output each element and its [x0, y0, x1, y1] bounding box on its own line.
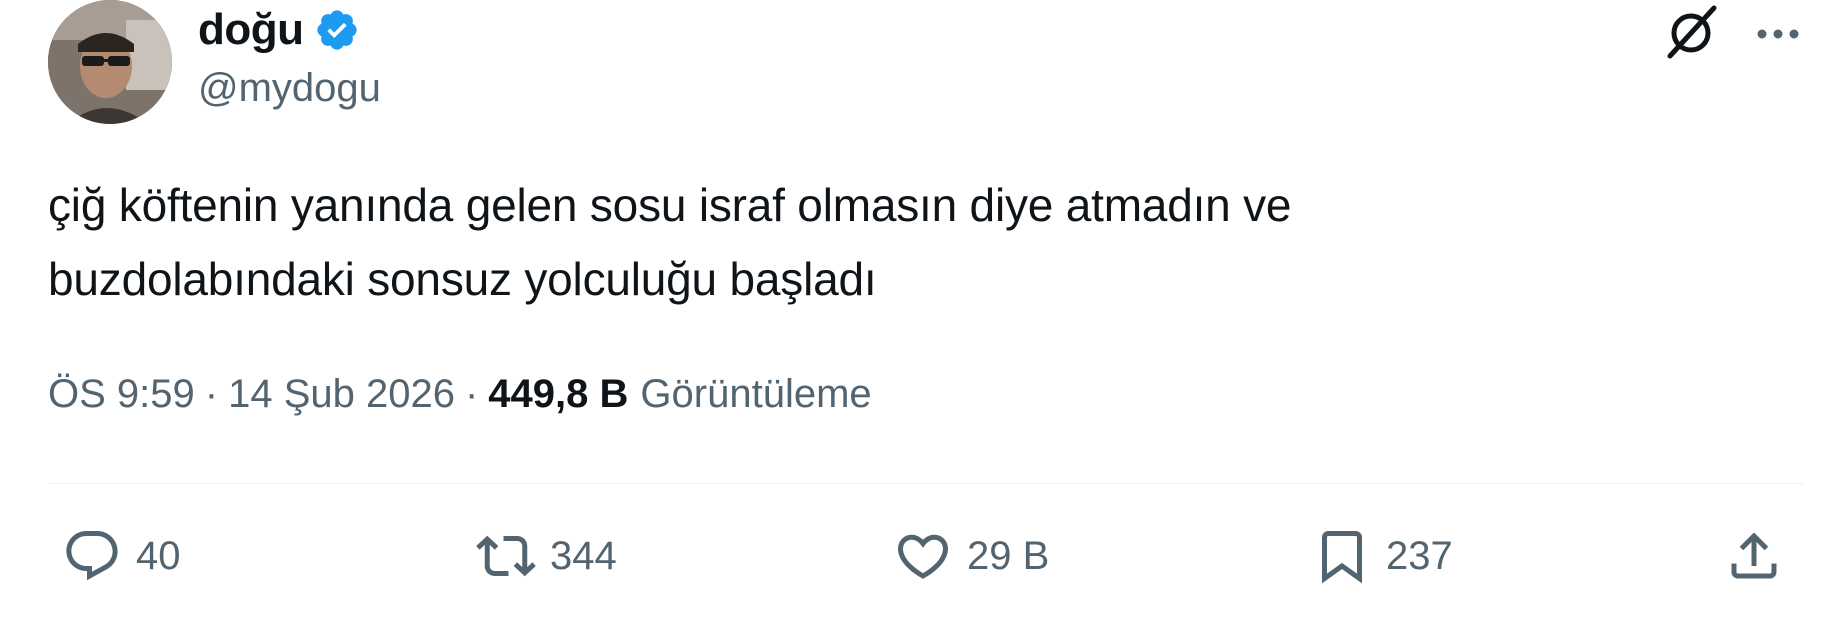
retweet-count: 344: [550, 533, 617, 578]
avatar[interactable]: [48, 0, 172, 124]
views-count[interactable]: 449,8 B: [488, 372, 628, 417]
avatar-image: [48, 0, 172, 124]
tweet-text-line-2: buzdolabındaki sonsuz yolculuğu başladı: [48, 253, 877, 305]
meta-separator: ·: [204, 372, 219, 416]
author-name-row[interactable]: doğu: [198, 2, 360, 58]
views-label[interactable]: Görüntüleme: [628, 372, 871, 417]
meta-separator: ·: [464, 372, 479, 416]
like-count: 29 B: [967, 533, 1050, 578]
heart-icon: [897, 534, 949, 579]
tweet: doğu @mydogu çiğ köftenin yanında gelen …: [0, 0, 1842, 618]
share-button[interactable]: [1724, 520, 1784, 592]
retweet-button[interactable]: 344: [476, 520, 617, 592]
reply-icon: [66, 531, 118, 581]
reply-button[interactable]: 40: [62, 520, 181, 592]
tweet-date[interactable]: 14 Şub 2026: [228, 372, 455, 417]
divider: [48, 483, 1804, 484]
like-button[interactable]: 29 B: [893, 520, 1049, 592]
verified-badge-icon: [314, 7, 360, 53]
retweet-icon: [476, 535, 536, 577]
action-bar: 40 344 29 B 237: [0, 520, 1842, 592]
author-display-name[interactable]: doğu: [198, 5, 304, 55]
author-handle[interactable]: @mydogu: [198, 66, 381, 111]
tweet-time[interactable]: ÖS 9:59: [48, 372, 195, 417]
tweet-meta: ÖS 9:59 · 14 Şub 2026 · 449,8 B Görüntül…: [48, 372, 872, 417]
more-options-icon[interactable]: [1752, 8, 1804, 60]
grok-icon[interactable]: [1660, 2, 1722, 64]
tweet-text-line-1: çiğ köftenin yanında gelen sosu israf ol…: [48, 179, 1292, 231]
tweet-text: çiğ köftenin yanında gelen sosu israf ol…: [48, 168, 1748, 316]
share-icon: [1731, 532, 1777, 579]
reply-count: 40: [136, 533, 181, 578]
bookmark-icon: [1322, 531, 1362, 584]
bookmark-count: 237: [1386, 533, 1453, 578]
bookmark-button[interactable]: 237: [1312, 520, 1453, 592]
